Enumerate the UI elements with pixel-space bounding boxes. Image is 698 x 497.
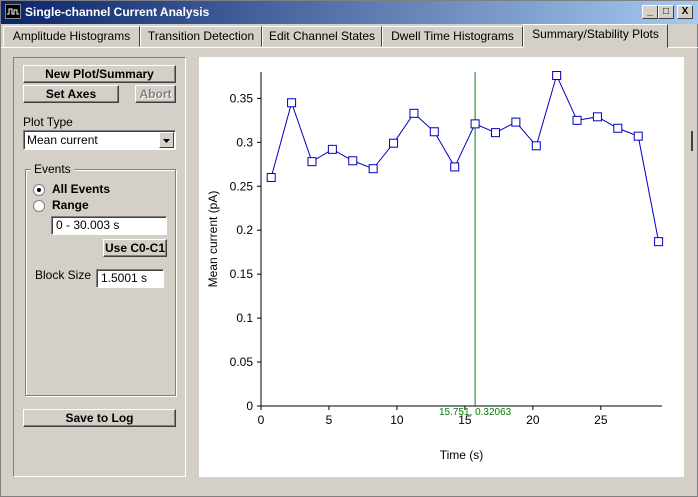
data-point	[429, 127, 439, 137]
data-point	[633, 131, 643, 141]
save-to-log-button[interactable]: Save to Log	[23, 409, 176, 427]
y-tick-label: 0.3	[236, 135, 253, 149]
tab-summary-stability-plots[interactable]: Summary/Stability Plots	[523, 24, 668, 48]
set-axes-button[interactable]: Set Axes	[23, 85, 119, 103]
title-bar[interactable]: Single-channel Current Analysis _ □ X	[1, 1, 698, 24]
data-point	[266, 172, 276, 182]
range-input[interactable]: 0 - 30.003 s	[51, 216, 167, 235]
chevron-down-icon	[163, 139, 170, 143]
y-axis-label: Mean current (pA)	[206, 191, 220, 288]
data-point	[470, 119, 480, 129]
close-button[interactable]: X	[677, 5, 693, 19]
data-point	[409, 108, 419, 118]
all-events-radio[interactable]	[33, 184, 45, 196]
y-tick-label: 0.15	[230, 267, 254, 281]
new-plot-summary-button[interactable]: New Plot/Summary	[23, 65, 176, 83]
tab-dwell-time-histograms[interactable]: Dwell Time Histograms	[382, 26, 523, 47]
x-tick-label: 25	[594, 413, 608, 427]
y-tick-label: 0.35	[230, 91, 254, 105]
tab-amplitude-histograms[interactable]: Amplitude Histograms	[3, 26, 140, 47]
data-point	[327, 144, 337, 154]
all-events-label[interactable]: All Events	[52, 182, 110, 196]
abort-button[interactable]: Abort	[135, 85, 176, 103]
window-edge-divider	[691, 131, 693, 151]
window-title: Single-channel Current Analysis	[25, 5, 210, 19]
data-point	[450, 162, 460, 172]
data-point	[572, 115, 582, 125]
dropdown-button[interactable]	[159, 132, 174, 148]
plot-type-label: Plot Type	[23, 115, 73, 129]
data-point	[552, 71, 562, 81]
plot-type-select[interactable]: Mean current	[23, 130, 176, 150]
use-c0-c1-button[interactable]: Use C0-C1	[103, 239, 167, 257]
data-point	[490, 128, 500, 138]
plot-area[interactable]: 0 0.05 0.1 0.15 0.2 0.25 0.3 0.35 0 5 10 15 20 25 15…	[199, 57, 684, 477]
stability-chart[interactable]: 00.050.10.150.20.250.30.35 0 5 10 15 20 25 15…	[199, 57, 684, 477]
y-tick-label: 0.2	[236, 223, 253, 237]
series-line	[270, 74, 660, 242]
x-tick-label: 0	[258, 413, 265, 427]
cursor-readout: 15.751, 0.32063	[439, 407, 512, 418]
x-tick-label: 5	[326, 413, 333, 427]
y-tick-label: 0	[246, 399, 253, 413]
y-tick-label: 0.05	[230, 355, 254, 369]
tab-bar: Amplitude Histograms Transition Detectio…	[1, 24, 698, 48]
range-radio[interactable]	[33, 200, 45, 212]
app-icon	[5, 4, 21, 19]
minimize-button[interactable]: _	[642, 5, 658, 19]
maximize-button[interactable]: □	[658, 5, 674, 19]
events-group-label: Events	[31, 162, 74, 176]
main-window: Single-channel Current Analysis _ □ X Am…	[0, 0, 698, 497]
x-tick-label: 20	[526, 413, 540, 427]
block-size-label: Block Size	[35, 268, 92, 282]
y-tick-label: 0.1	[236, 311, 253, 325]
y-tick-label: 0.25	[230, 179, 254, 193]
data-point	[613, 123, 623, 133]
data-point	[592, 112, 602, 122]
data-point	[287, 98, 297, 108]
data-point	[307, 157, 317, 167]
tab-transition-detection[interactable]: Transition Detection	[140, 26, 262, 47]
x-tick-label: 10	[390, 413, 404, 427]
data-point	[654, 237, 664, 247]
data-point	[511, 117, 521, 127]
data-point	[348, 156, 358, 166]
tab-edit-channel-states[interactable]: Edit Channel States	[262, 26, 382, 47]
plot-type-value: Mean current	[27, 133, 98, 147]
block-size-input[interactable]: 1.5001 s	[96, 269, 164, 288]
data-point	[389, 138, 399, 148]
data-point	[531, 141, 541, 151]
range-label[interactable]: Range	[52, 198, 89, 212]
x-axis-label: Time (s)	[440, 448, 484, 462]
data-point	[368, 164, 378, 174]
